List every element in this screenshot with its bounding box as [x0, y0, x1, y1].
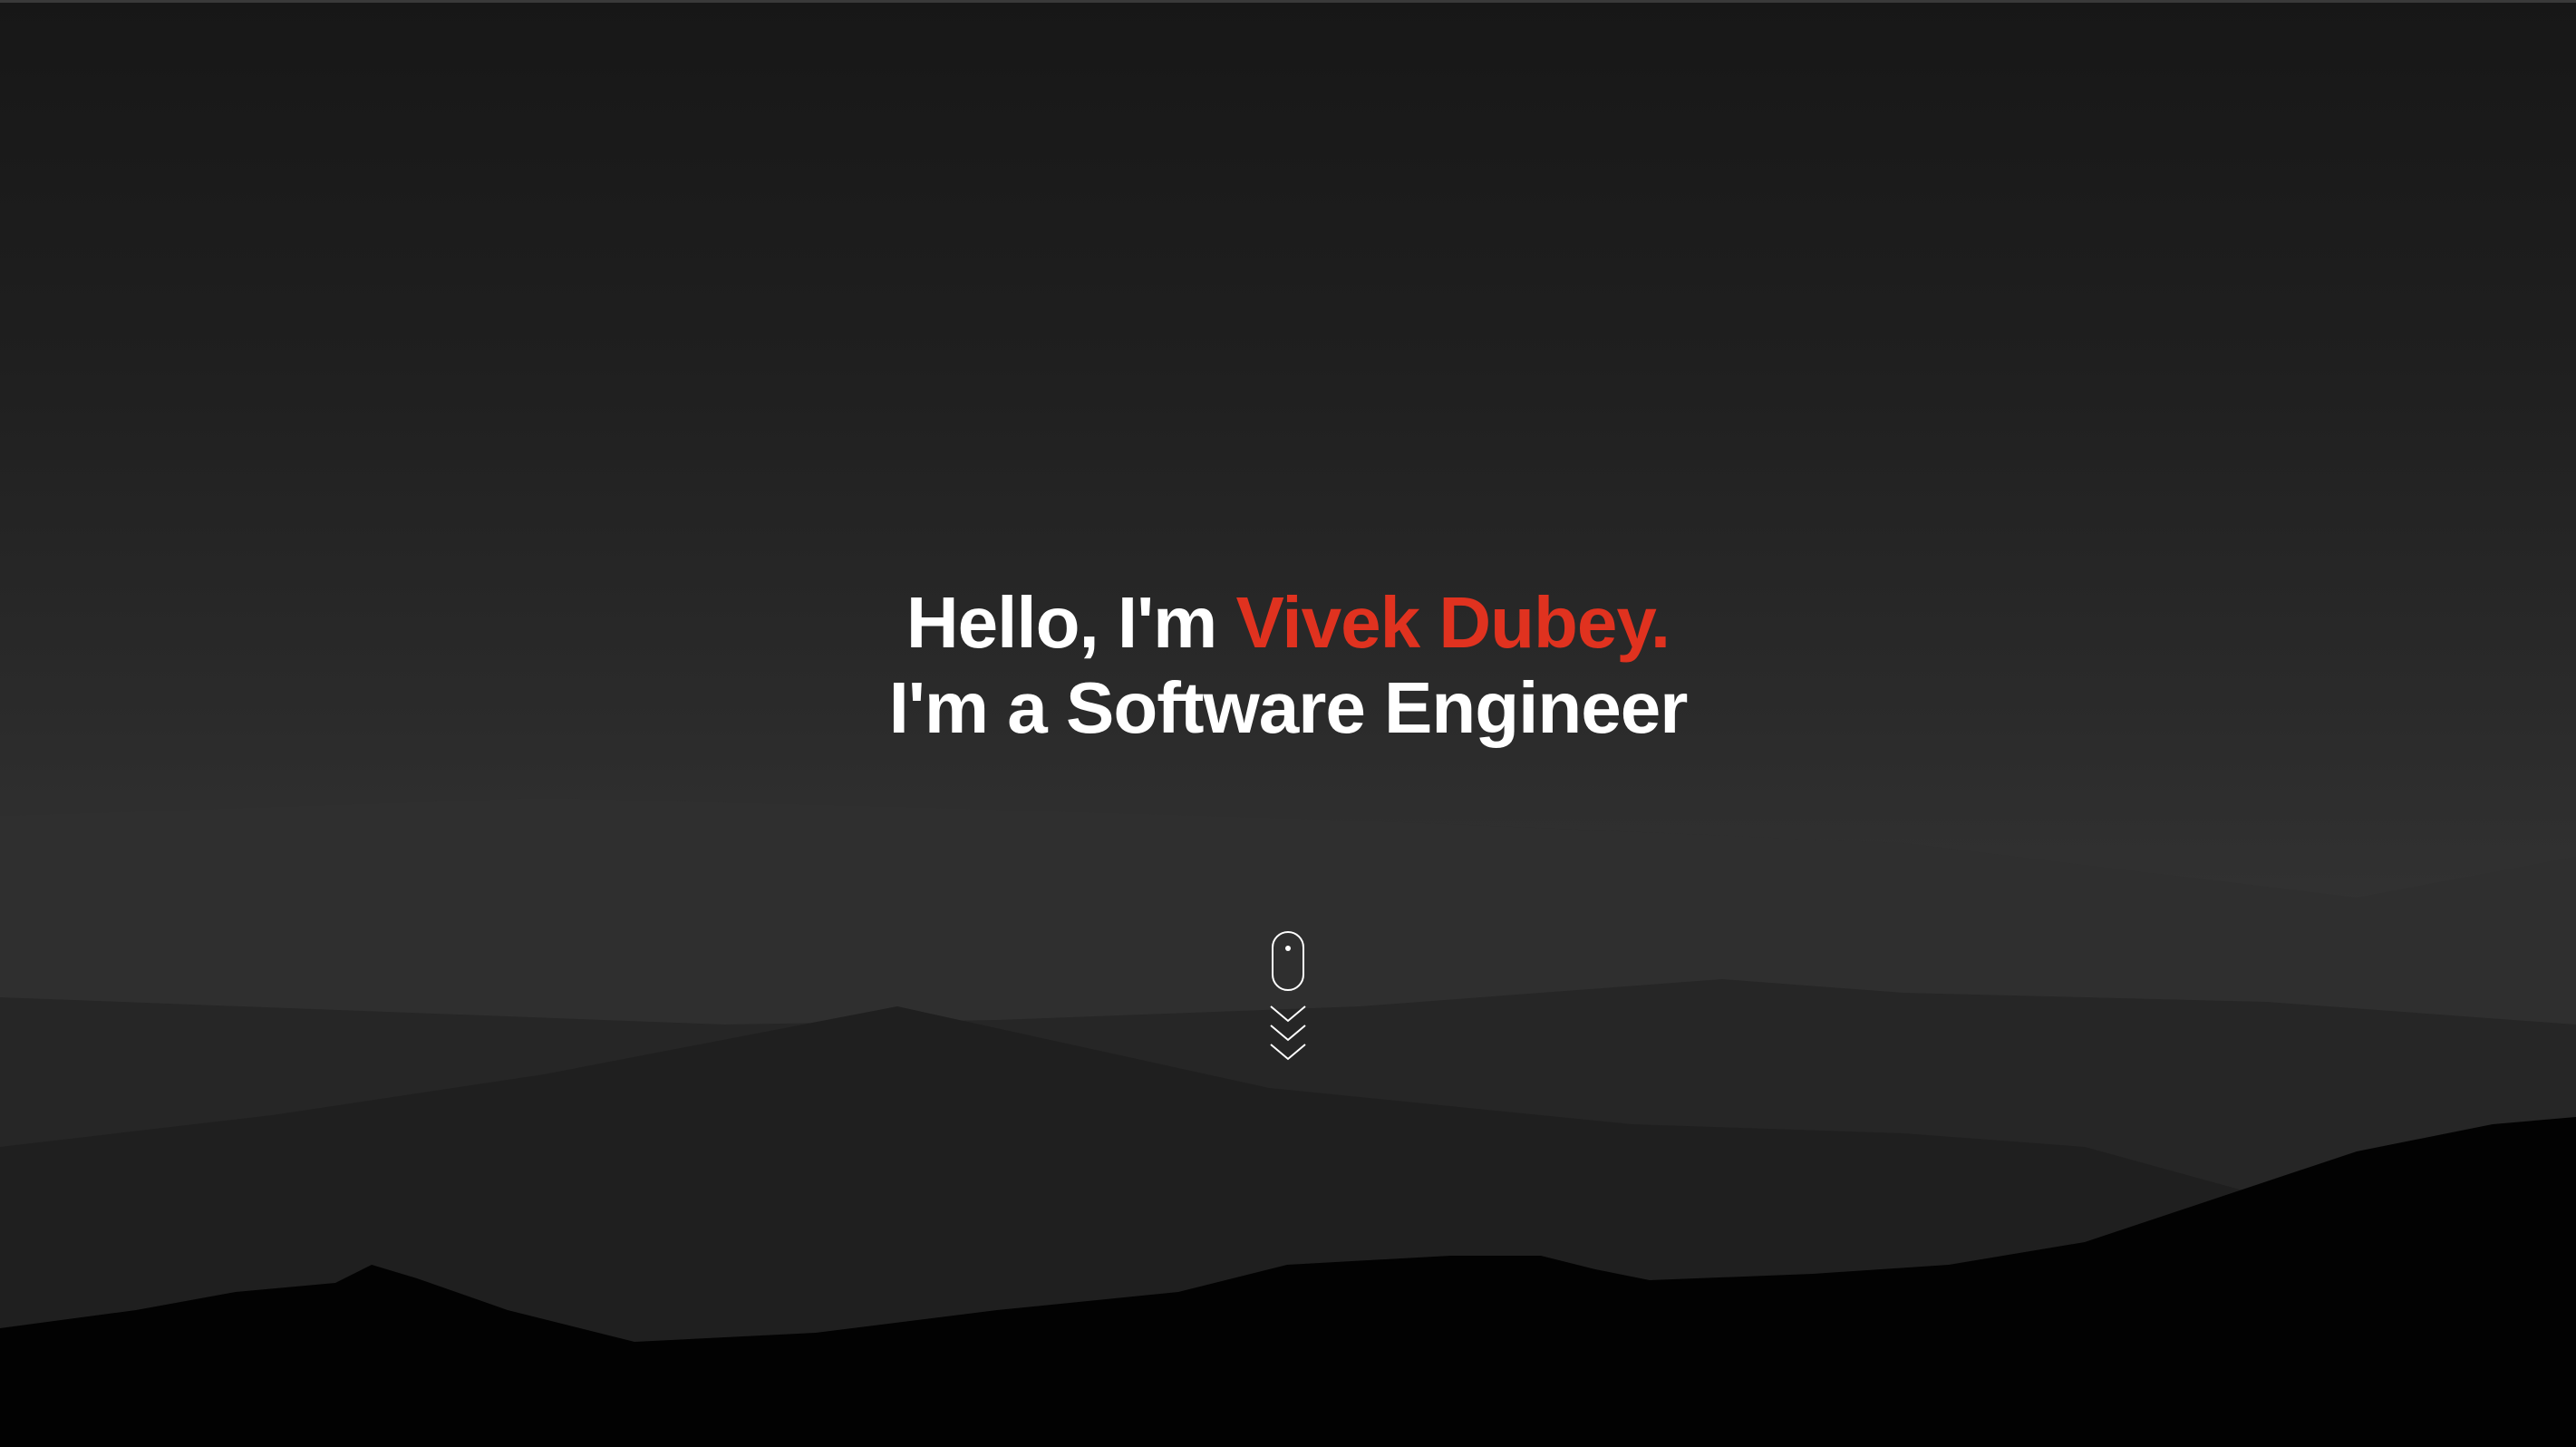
greeting-line: Hello, I'm Vivek Dubey. [0, 580, 2576, 665]
chevron-down-icon [1270, 1025, 1306, 1042]
hero-section: Hello, I'm Vivek Dubey. I'm a Software E… [0, 0, 2576, 1447]
tagline: I'm a Software Engineer [888, 667, 1689, 748]
hero-headline: Hello, I'm Vivek Dubey. I'm a Software E… [0, 580, 2576, 751]
chevron-down-icon [1270, 1005, 1306, 1023]
mouse-scroll-icon [1272, 931, 1304, 991]
chevron-down-icon [1270, 1044, 1306, 1061]
chevron-down-icons [1270, 1005, 1306, 1061]
scroll-down-indicator[interactable] [1265, 930, 1311, 1066]
greeting-prefix: Hello, I'm [905, 582, 1236, 663]
name-highlight: Vivek Dubey. [1235, 582, 1671, 663]
